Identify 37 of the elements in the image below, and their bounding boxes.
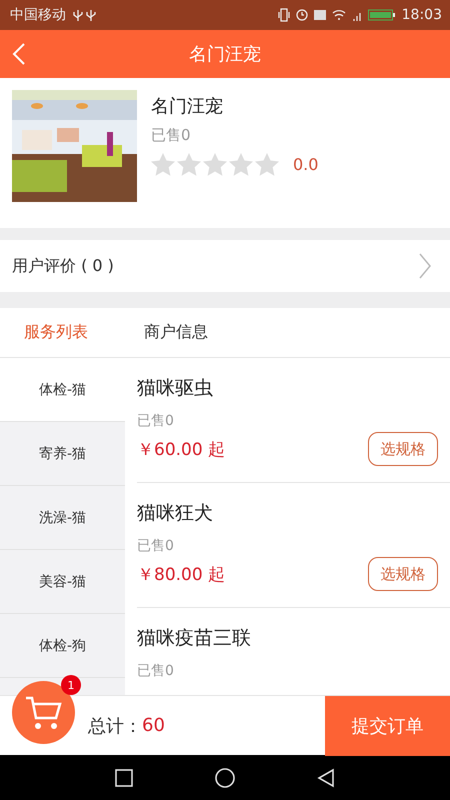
- reviews-label: 用户评价 ( 0 ): [12, 256, 114, 276]
- hd-icon: [314, 10, 326, 20]
- total-label: 总计：: [88, 714, 142, 738]
- sold-count: 已售0: [137, 537, 175, 555]
- choose-spec-button[interactable]: 选规格: [368, 432, 438, 466]
- sold-count: 已售0: [137, 662, 175, 680]
- clock-time: 18:03: [402, 7, 442, 23]
- wifi-icon: [332, 10, 346, 20]
- sold-count: 已售0: [137, 412, 175, 430]
- service-price: ￥80.00 起: [137, 564, 226, 586]
- service-name: 猫咪疫苗三联: [137, 626, 252, 651]
- usb-icon: [72, 8, 98, 22]
- reviews-row[interactable]: 用户评价 ( 0 ): [0, 240, 450, 292]
- back-icon[interactable]: [316, 768, 336, 788]
- tab[interactable]: 商户信息: [112, 308, 232, 357]
- service-price: ￥60.00 起: [137, 438, 226, 460]
- total-amount: 60: [142, 715, 165, 736]
- choose-spec-button[interactable]: 选规格: [368, 557, 438, 591]
- battery-icon: [368, 9, 396, 21]
- alarm-icon: [296, 9, 308, 21]
- chevron-right-icon: [418, 252, 432, 280]
- shop-name: 名门汪宠: [151, 95, 224, 118]
- service-name: 猫咪驱虫: [137, 376, 214, 401]
- category-item[interactable]: 寄养-猫: [0, 422, 125, 486]
- home-icon[interactable]: [214, 766, 236, 788]
- tab[interactable]: 服务列表: [0, 308, 112, 357]
- carrier-name: 中国移动: [10, 6, 66, 24]
- category-item[interactable]: 体检-狗: [0, 614, 125, 678]
- rating-score: 0.0: [293, 155, 318, 174]
- recents-icon[interactable]: [114, 768, 134, 788]
- sold-count: 已售0: [151, 126, 192, 145]
- service-name: 猫咪狂犬: [137, 501, 214, 526]
- category-item[interactable]: 美容-猫: [0, 550, 125, 614]
- page-title: 名门汪宠: [189, 43, 261, 66]
- category-item[interactable]: 洗澡-猫: [0, 486, 125, 550]
- cart-icon: [24, 694, 64, 730]
- vibrate-icon: [278, 8, 290, 22]
